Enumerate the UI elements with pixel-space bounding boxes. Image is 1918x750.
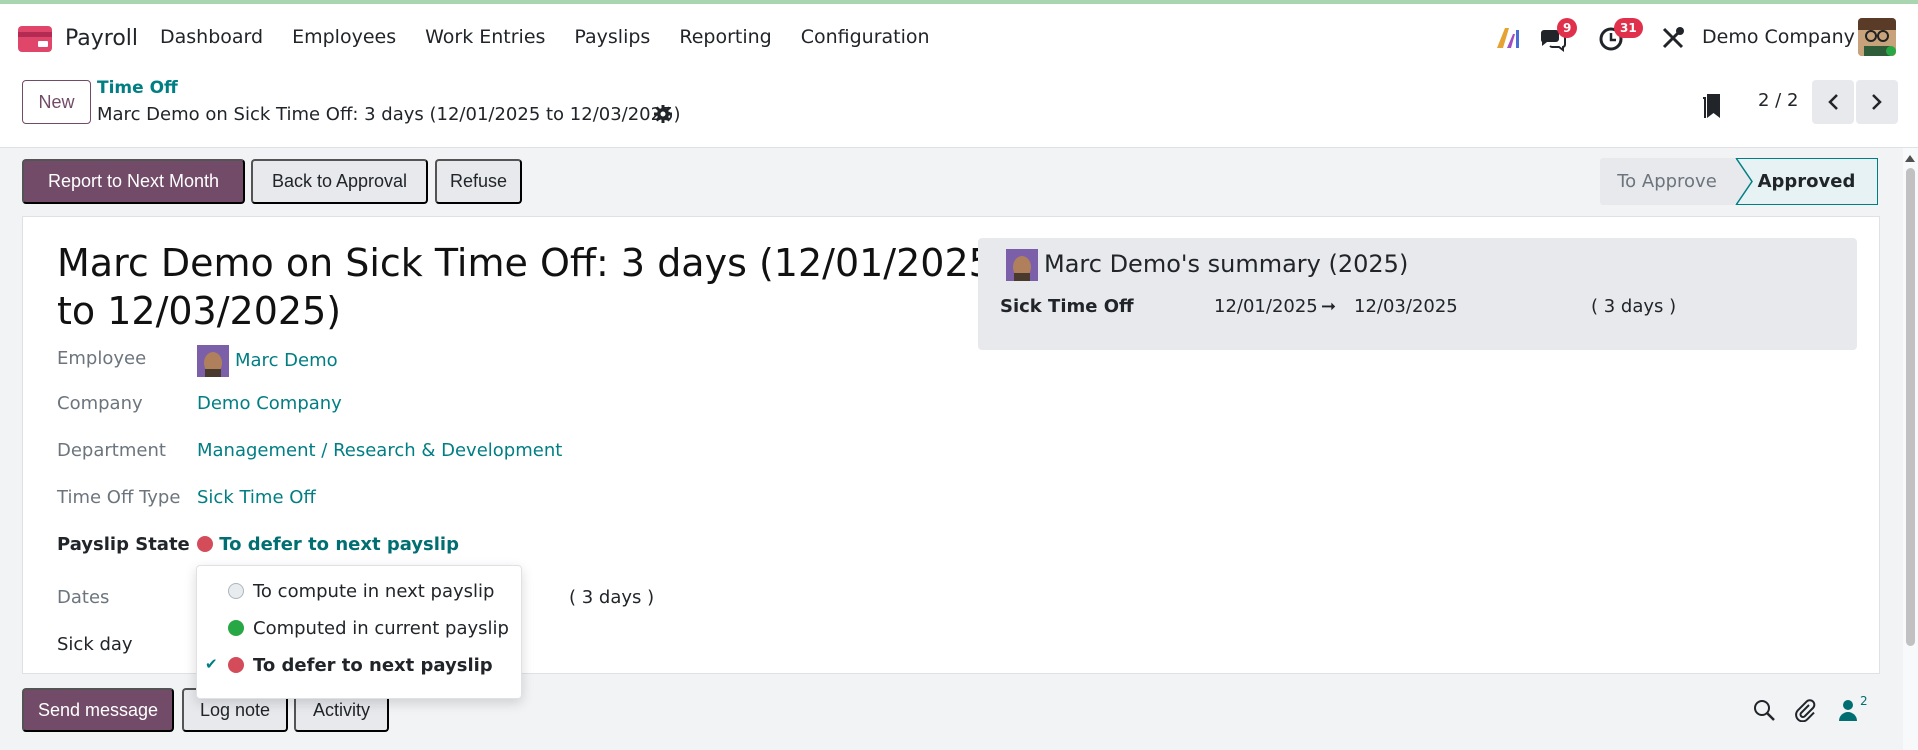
breadcrumb-parent[interactable]: Time Off: [97, 78, 178, 98]
paperclip-icon[interactable]: [1793, 698, 1817, 722]
send-message-button[interactable]: Send message: [22, 688, 174, 732]
followers-icon[interactable]: [1836, 698, 1860, 722]
employee-value[interactable]: Marc Demo: [235, 350, 338, 371]
time-off-type-value[interactable]: Sick Time Off: [197, 487, 316, 508]
chevron-right-icon: [1872, 94, 1882, 110]
summary-date-from: 12/01/2025: [1214, 296, 1318, 317]
chevron-left-icon: [1828, 94, 1838, 110]
top-menu: Dashboard Employees Work Entries Payslip…: [160, 26, 959, 48]
summary-avatar: [1006, 249, 1038, 281]
back-to-approval-button[interactable]: Back to Approval: [251, 159, 428, 204]
messages-badge: 9: [1557, 18, 1578, 38]
pager-previous-button[interactable]: [1812, 80, 1854, 124]
gear-icon[interactable]: [653, 104, 673, 124]
company-label: Company: [57, 393, 143, 414]
dates-duration: ( 3 days ): [569, 587, 655, 608]
search-icon[interactable]: [1752, 698, 1776, 722]
department-label: Department: [57, 440, 166, 461]
employee-summary-box: Marc Demo's summary (2025) Sick Time Off…: [978, 238, 1857, 350]
employee-avatar: [197, 345, 229, 377]
payslip-state-select[interactable]: To defer to next payslip: [197, 534, 459, 555]
dropdown-option-compute-next[interactable]: To compute in next payslip: [197, 576, 523, 610]
tools-icon[interactable]: [1659, 24, 1687, 52]
menu-employees[interactable]: Employees: [292, 26, 396, 48]
grey-status-dot: [228, 583, 244, 599]
bookmark-icon[interactable]: [1700, 92, 1724, 120]
scrollbar-thumb[interactable]: [1906, 168, 1915, 646]
check-icon: ✔: [205, 655, 218, 673]
summary-title: Marc Demo's summary (2025): [1044, 250, 1409, 278]
control-panel: New Time Off Marc Demo on Sick Time Off:…: [0, 70, 1918, 148]
user-avatar[interactable]: [1858, 18, 1896, 56]
menu-reporting[interactable]: Reporting: [679, 26, 771, 48]
company-switcher[interactable]: Demo Company: [1702, 26, 1855, 48]
menu-payslips[interactable]: Payslips: [574, 26, 650, 48]
time-off-type-label: Time Off Type: [57, 487, 181, 508]
green-status-dot: [228, 620, 244, 636]
stage-approved[interactable]: Approved: [1736, 158, 1878, 205]
activities-badge: 31: [1614, 18, 1643, 38]
refuse-button[interactable]: Refuse: [435, 159, 522, 204]
stage-arrow: [1734, 158, 1753, 205]
sick-day-label: Sick day: [57, 634, 133, 655]
scroll-up-icon[interactable]: [1904, 153, 1916, 163]
record-title: Marc Demo on Sick Time Off: 3 days (12/0…: [57, 241, 993, 333]
main-navbar: Payroll Dashboard Employees Work Entries…: [0, 4, 1918, 70]
payslip-state-label: Payslip State: [57, 534, 190, 555]
red-status-dot: [228, 657, 244, 673]
department-value[interactable]: Management / Research & Development: [197, 440, 562, 461]
pager-next-button[interactable]: [1856, 80, 1898, 124]
menu-configuration[interactable]: Configuration: [801, 26, 930, 48]
summary-time-off-type: Sick Time Off: [1000, 296, 1134, 317]
company-value[interactable]: Demo Company: [197, 393, 342, 414]
payslip-state-dropdown: To compute in next payslip Computed in c…: [196, 565, 522, 699]
dropdown-option-computed-current[interactable]: Computed in current payslip: [197, 613, 523, 647]
summary-date-to: 12/03/2025: [1354, 296, 1458, 317]
menu-dashboard[interactable]: Dashboard: [160, 26, 263, 48]
employee-label: Employee: [57, 348, 147, 369]
dates-label: Dates: [57, 587, 110, 608]
app-brand-name[interactable]: Payroll: [65, 26, 138, 51]
followers-count: 2: [1860, 694, 1868, 708]
menu-work-entries[interactable]: Work Entries: [425, 26, 545, 48]
ai-icon[interactable]: [1494, 24, 1522, 52]
summary-duration: ( 3 days ): [1591, 296, 1677, 317]
arrow-right-icon: ➞: [1321, 296, 1337, 317]
breadcrumb-current: Marc Demo on Sick Time Off: 3 days (12/0…: [97, 104, 681, 125]
payslip-state-value: To defer to next payslip: [219, 534, 459, 555]
red-status-dot: [197, 536, 213, 552]
stage-to-approve[interactable]: To Approve: [1600, 158, 1734, 205]
dropdown-option-defer-next[interactable]: ✔ To defer to next payslip: [197, 650, 523, 684]
report-next-month-button[interactable]: Report to Next Month: [22, 159, 245, 204]
payroll-app-icon[interactable]: [18, 26, 52, 52]
new-button[interactable]: New: [22, 80, 91, 124]
pager-value[interactable]: 2 / 2: [1758, 90, 1798, 111]
